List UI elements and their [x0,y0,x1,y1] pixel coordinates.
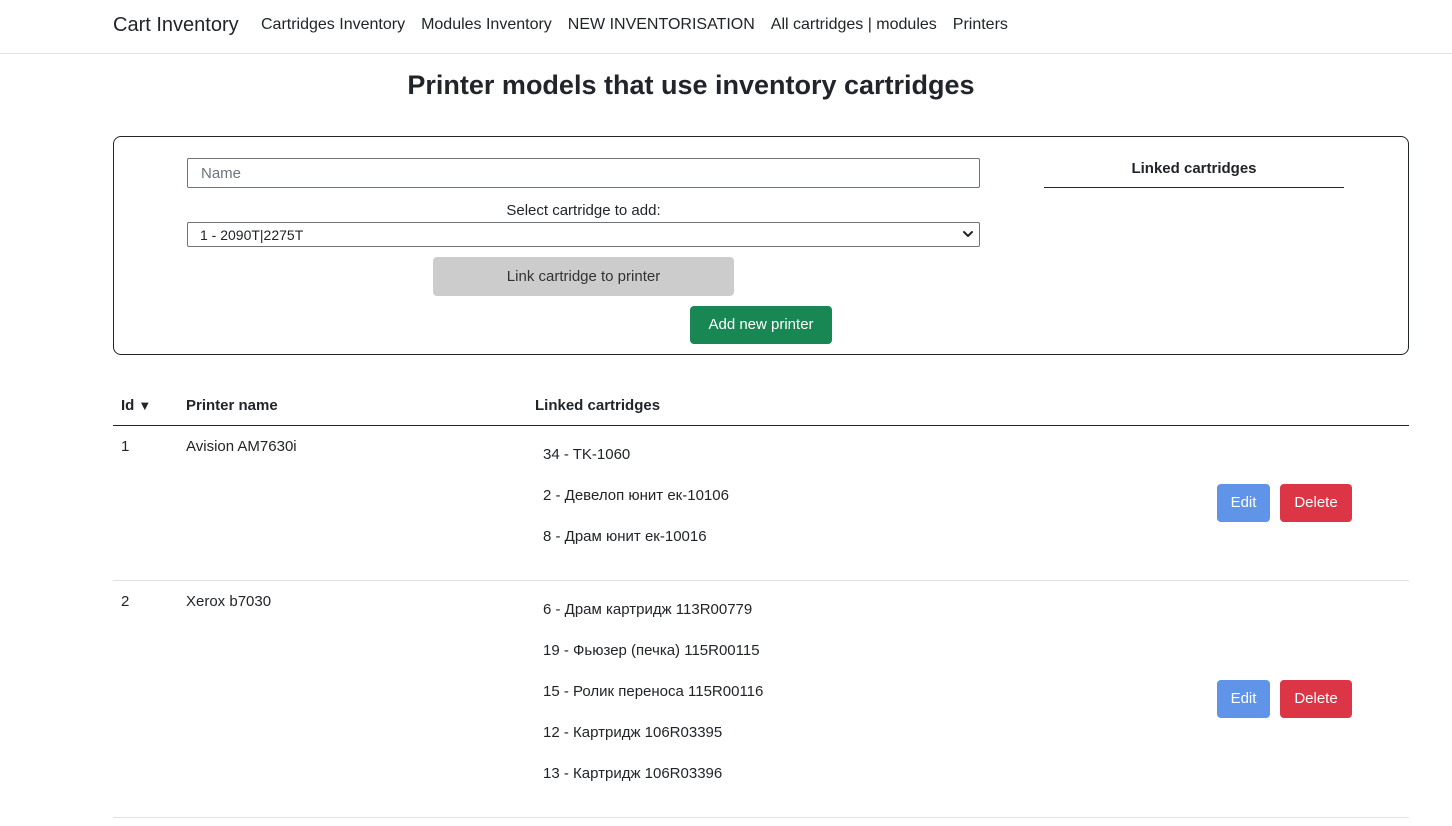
row-printer-name: Xerox b7030 [186,593,272,610]
cartridge-select-value: 1 - 2090T|2275T [200,226,304,243]
list-item: 8 - Драм юнит ек-10016 [543,528,707,545]
column-header-printer-name: Printer name [186,397,278,414]
cartridge-select[interactable]: 1 - 2090T|2275T [187,222,980,247]
delete-button[interactable]: Delete [1280,680,1352,718]
chevron-down-icon [963,231,973,237]
nav-link-modules-inventory[interactable]: Modules Inventory [421,16,552,34]
list-item: 2 - Девелоп юнит ек-10106 [543,487,729,504]
page-title: Printer models that use inventory cartri… [407,70,975,100]
row-id: 2 [121,593,130,610]
nav-link-printers[interactable]: Printers [953,16,1008,34]
delete-button[interactable]: Delete [1280,484,1352,522]
add-printer-form: Select cartridge to add: 1 - 2090T|2275T… [113,136,1409,355]
navbar-brand[interactable]: Cart Inventory [113,14,239,37]
sort-desc-icon: ▼ [138,398,152,413]
edit-button[interactable]: Edit [1217,680,1270,718]
add-printer-button[interactable]: Add new printer [690,306,832,344]
nav-link-all-cartridges-modules[interactable]: All cartridges | modules [771,16,937,34]
column-header-id[interactable]: Id ▼ [121,397,151,414]
column-header-id-label: Id [121,397,135,414]
table-header: Id ▼ Printer name Linked cartridges [113,385,1409,426]
top-navbar: Cart Inventory Cartridges Inventory Modu… [0,0,1452,54]
nav-link-new-inventorisation[interactable]: NEW INVENTORISATION [568,16,755,34]
edit-button[interactable]: Edit [1217,484,1270,522]
printer-name-input[interactable] [187,158,980,188]
linked-cartridges-heading: Linked cartridges [1044,160,1344,188]
row-cartridge-list: 34 - TK-1060 2 - Девелоп юнит ек-10106 8… [543,446,729,569]
list-item: 12 - Картридж 106R03395 [543,724,723,741]
select-cartridge-label: Select cartridge to add: [506,202,661,219]
nav-link-cartridges-inventory[interactable]: Cartridges Inventory [261,16,405,34]
list-item: 34 - TK-1060 [543,446,631,463]
list-item: 13 - Картридж 106R03396 [543,765,723,782]
row-printer-name: Avision AM7630i [186,438,297,455]
link-cartridge-button[interactable]: Link cartridge to printer [433,257,734,296]
column-header-linked-cartridges: Linked cartridges [535,397,661,414]
list-item: 6 - Драм картридж 113R00779 [543,601,753,618]
table-row: 2 Xerox b7030 6 - Драм картридж 113R0077… [113,581,1409,818]
row-id: 1 [121,438,130,455]
list-item: 19 - Фьюзер (печка) 115R00115 [543,642,760,659]
nav-links: Cartridges Inventory Modules Inventory N… [261,16,1008,34]
row-cartridge-list: 6 - Драм картридж 113R00779 19 - Фьюзер … [543,601,763,806]
table-row: 1 Avision AM7630i 34 - TK-1060 2 - Девел… [113,426,1409,581]
list-item: 15 - Ролик переноса 115R00116 [543,683,764,700]
